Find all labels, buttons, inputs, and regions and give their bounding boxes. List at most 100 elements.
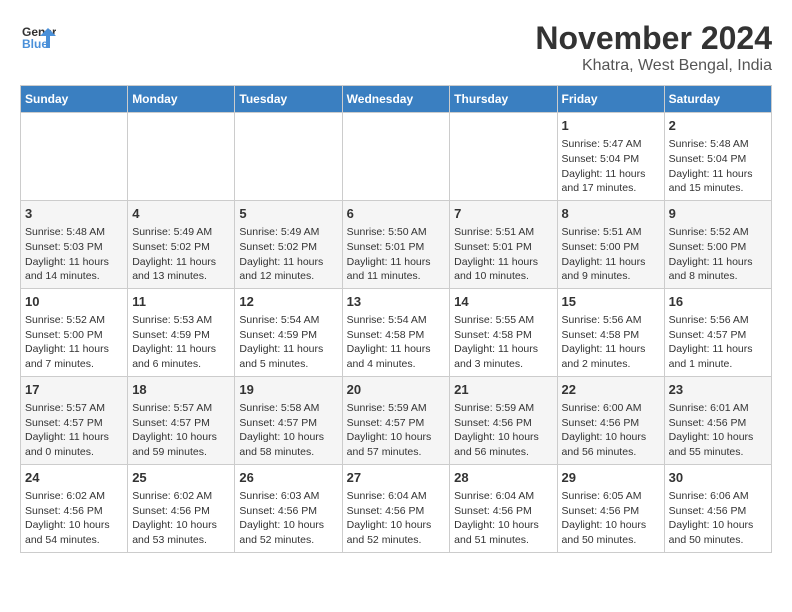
day-info: Sunrise: 5:56 AM Sunset: 4:58 PM Dayligh…: [562, 313, 660, 372]
day-info: Sunrise: 5:48 AM Sunset: 5:04 PM Dayligh…: [669, 137, 767, 196]
day-number: 15: [562, 293, 660, 311]
calendar-day-cell: 24 Sunrise: 6:02 AM Sunset: 4:56 PM Dayli…: [21, 464, 128, 552]
calendar-day-cell: [235, 113, 342, 201]
weekday-header: Friday: [557, 86, 664, 113]
day-info: Sunrise: 6:02 AM Sunset: 4:56 PM Dayligh…: [132, 489, 230, 548]
day-number: 22: [562, 381, 660, 399]
calendar-day-cell: 30 Sunrise: 6:06 AM Sunset: 4:56 PM Dayli…: [664, 464, 771, 552]
day-number: 12: [239, 293, 337, 311]
day-info: Sunrise: 5:49 AM Sunset: 5:02 PM Dayligh…: [132, 225, 230, 284]
day-info: Sunrise: 5:59 AM Sunset: 4:56 PM Dayligh…: [454, 401, 552, 460]
day-number: 11: [132, 293, 230, 311]
calendar-day-cell: 9 Sunrise: 5:52 AM Sunset: 5:00 PM Daylig…: [664, 200, 771, 288]
day-number: 30: [669, 469, 767, 487]
day-number: 6: [347, 205, 446, 223]
calendar-day-cell: 28Sunrise: 6:04 AM Sunset: 4:56 PM Dayli…: [450, 464, 557, 552]
day-number: 23: [669, 381, 767, 399]
day-number: 29: [562, 469, 660, 487]
day-info: Sunrise: 6:02 AM Sunset: 4:56 PM Dayligh…: [25, 489, 123, 548]
weekday-header: Wednesday: [342, 86, 450, 113]
day-number: 9: [669, 205, 767, 223]
calendar-day-cell: 15 Sunrise: 5:56 AM Sunset: 4:58 PM Dayli…: [557, 288, 664, 376]
day-info: Sunrise: 5:52 AM Sunset: 5:00 PM Dayligh…: [669, 225, 767, 284]
day-number: 27: [347, 469, 446, 487]
day-number: 19: [239, 381, 337, 399]
calendar-week-row: 1 Sunrise: 5:47 AM Sunset: 5:04 PM Daylig…: [21, 113, 772, 201]
day-number: 7: [454, 205, 552, 223]
calendar-day-cell: 19Sunrise: 5:58 AM Sunset: 4:57 PM Dayli…: [235, 376, 342, 464]
day-number: 13: [347, 293, 446, 311]
calendar-day-cell: 3 Sunrise: 5:48 AM Sunset: 5:03 PM Daylig…: [21, 200, 128, 288]
calendar-day-cell: [342, 113, 450, 201]
day-info: Sunrise: 6:06 AM Sunset: 4:56 PM Dayligh…: [669, 489, 767, 548]
day-number: 3: [25, 205, 123, 223]
calendar-week-row: 24 Sunrise: 6:02 AM Sunset: 4:56 PM Dayli…: [21, 464, 772, 552]
day-info: Sunrise: 5:48 AM Sunset: 5:03 PM Dayligh…: [25, 225, 123, 284]
calendar-day-cell: 27 Sunrise: 6:04 AM Sunset: 4:56 PM Dayli…: [342, 464, 450, 552]
day-info: Sunrise: 5:52 AM Sunset: 5:00 PM Dayligh…: [25, 313, 123, 372]
title-block: November 2024 Khatra, West Bengal, India: [535, 20, 772, 75]
page-header: General Blue November 2024 Khatra, West …: [20, 20, 772, 75]
calendar-day-cell: 17Sunrise: 5:57 AM Sunset: 4:57 PM Dayli…: [21, 376, 128, 464]
day-info: Sunrise: 5:54 AM Sunset: 4:59 PM Dayligh…: [239, 313, 337, 372]
day-info: Sunrise: 5:59 AM Sunset: 4:57 PM Dayligh…: [347, 401, 446, 460]
calendar-day-cell: 25Sunrise: 6:02 AM Sunset: 4:56 PM Dayli…: [128, 464, 235, 552]
logo: General Blue: [20, 20, 56, 56]
calendar-week-row: 3 Sunrise: 5:48 AM Sunset: 5:03 PM Daylig…: [21, 200, 772, 288]
day-info: Sunrise: 5:47 AM Sunset: 5:04 PM Dayligh…: [562, 137, 660, 196]
calendar-day-cell: 10 Sunrise: 5:52 AM Sunset: 5:00 PM Dayli…: [21, 288, 128, 376]
day-info: Sunrise: 6:04 AM Sunset: 4:56 PM Dayligh…: [347, 489, 446, 548]
day-info: Sunrise: 6:01 AM Sunset: 4:56 PM Dayligh…: [669, 401, 767, 460]
calendar-day-cell: 14 Sunrise: 5:55 AM Sunset: 4:58 PM Dayli…: [450, 288, 557, 376]
calendar-day-cell: 20 Sunrise: 5:59 AM Sunset: 4:57 PM Dayli…: [342, 376, 450, 464]
day-number: 2: [669, 117, 767, 135]
day-info: Sunrise: 5:56 AM Sunset: 4:57 PM Dayligh…: [669, 313, 767, 372]
logo-icon: General Blue: [20, 20, 56, 56]
day-info: Sunrise: 5:57 AM Sunset: 4:57 PM Dayligh…: [132, 401, 230, 460]
day-info: Sunrise: 6:03 AM Sunset: 4:56 PM Dayligh…: [239, 489, 337, 548]
day-info: Sunrise: 5:53 AM Sunset: 4:59 PM Dayligh…: [132, 313, 230, 372]
day-info: Sunrise: 5:49 AM Sunset: 5:02 PM Dayligh…: [239, 225, 337, 284]
day-info: Sunrise: 5:55 AM Sunset: 4:58 PM Dayligh…: [454, 313, 552, 372]
day-number: 1: [562, 117, 660, 135]
calendar-day-cell: 6 Sunrise: 5:50 AM Sunset: 5:01 PM Daylig…: [342, 200, 450, 288]
day-info: Sunrise: 6:05 AM Sunset: 4:56 PM Dayligh…: [562, 489, 660, 548]
day-number: 5: [239, 205, 337, 223]
day-number: 4: [132, 205, 230, 223]
calendar-day-cell: [21, 113, 128, 201]
calendar-day-cell: 18 Sunrise: 5:57 AM Sunset: 4:57 PM Dayli…: [128, 376, 235, 464]
calendar-day-cell: 7 Sunrise: 5:51 AM Sunset: 5:01 PM Daylig…: [450, 200, 557, 288]
calendar-week-row: 10 Sunrise: 5:52 AM Sunset: 5:00 PM Dayli…: [21, 288, 772, 376]
calendar-day-cell: 2 Sunrise: 5:48 AM Sunset: 5:04 PM Daylig…: [664, 113, 771, 201]
calendar-day-cell: 29 Sunrise: 6:05 AM Sunset: 4:56 PM Dayli…: [557, 464, 664, 552]
calendar-day-cell: 23 Sunrise: 6:01 AM Sunset: 4:56 PM Dayli…: [664, 376, 771, 464]
day-number: 24: [25, 469, 123, 487]
calendar-day-cell: 21Sunrise: 5:59 AM Sunset: 4:56 PM Dayli…: [450, 376, 557, 464]
day-info: Sunrise: 5:51 AM Sunset: 5:01 PM Dayligh…: [454, 225, 552, 284]
day-info: Sunrise: 5:51 AM Sunset: 5:00 PM Dayligh…: [562, 225, 660, 284]
day-number: 14: [454, 293, 552, 311]
day-info: Sunrise: 5:54 AM Sunset: 4:58 PM Dayligh…: [347, 313, 446, 372]
day-number: 10: [25, 293, 123, 311]
day-info: Sunrise: 5:57 AM Sunset: 4:57 PM Dayligh…: [25, 401, 123, 460]
calendar-day-cell: 22Sunrise: 6:00 AM Sunset: 4:56 PM Dayli…: [557, 376, 664, 464]
calendar-table: SundayMondayTuesdayWednesdayThursdayFrid…: [20, 85, 772, 553]
calendar-day-cell: 8Sunrise: 5:51 AM Sunset: 5:00 PM Daylig…: [557, 200, 664, 288]
calendar-day-cell: 5 Sunrise: 5:49 AM Sunset: 5:02 PM Daylig…: [235, 200, 342, 288]
page-subtitle: Khatra, West Bengal, India: [535, 57, 772, 75]
calendar-week-row: 17Sunrise: 5:57 AM Sunset: 4:57 PM Dayli…: [21, 376, 772, 464]
calendar-day-cell: 1 Sunrise: 5:47 AM Sunset: 5:04 PM Daylig…: [557, 113, 664, 201]
calendar-day-cell: 16 Sunrise: 5:56 AM Sunset: 4:57 PM Dayli…: [664, 288, 771, 376]
calendar-day-cell: 13 Sunrise: 5:54 AM Sunset: 4:58 PM Dayli…: [342, 288, 450, 376]
calendar-day-cell: 11 Sunrise: 5:53 AM Sunset: 4:59 PM Dayli…: [128, 288, 235, 376]
day-info: Sunrise: 5:50 AM Sunset: 5:01 PM Dayligh…: [347, 225, 446, 284]
weekday-header: Monday: [128, 86, 235, 113]
day-number: 16: [669, 293, 767, 311]
calendar-day-cell: 26Sunrise: 6:03 AM Sunset: 4:56 PM Dayli…: [235, 464, 342, 552]
day-info: Sunrise: 6:04 AM Sunset: 4:56 PM Dayligh…: [454, 489, 552, 548]
day-number: 18: [132, 381, 230, 399]
weekday-header: Thursday: [450, 86, 557, 113]
calendar-day-cell: [450, 113, 557, 201]
calendar-header-row: SundayMondayTuesdayWednesdayThursdayFrid…: [21, 86, 772, 113]
day-number: 20: [347, 381, 446, 399]
